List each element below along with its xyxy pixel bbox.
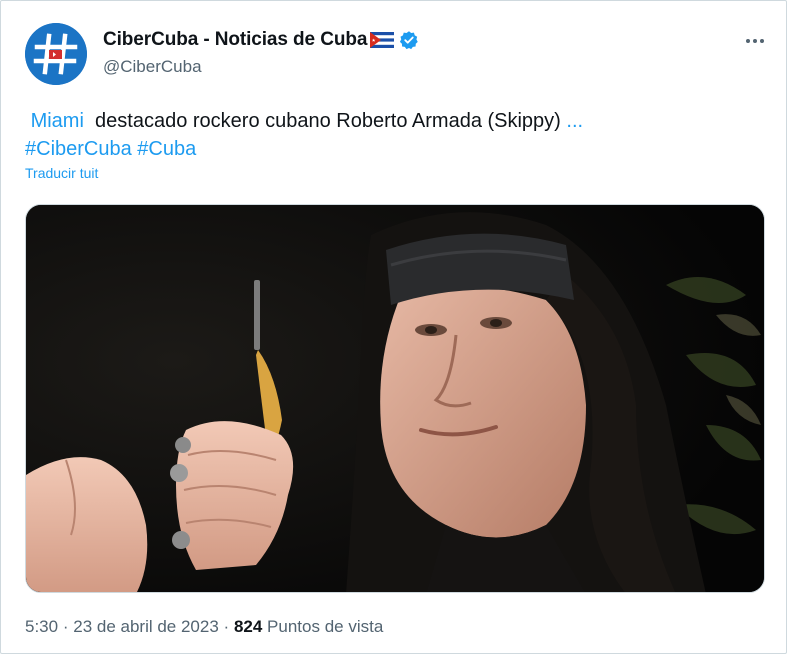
cibercuba-logo-icon <box>25 23 87 85</box>
verified-badge-icon <box>400 31 419 50</box>
tweet-text: Miami destacado rockero cubano Roberto A… <box>25 107 765 163</box>
cuba-flag-icon <box>370 32 395 48</box>
tweet-date[interactable]: 23 de abril de 2023 <box>73 617 219 636</box>
show-more-ellipsis[interactable]: ... <box>566 110 583 132</box>
more-options-button[interactable] <box>741 27 769 55</box>
photo-man-with-long-hair-and-headband <box>26 205 764 592</box>
hashtag-cibercuba[interactable]: #CiberCuba <box>25 138 132 160</box>
tweet-time[interactable]: 5:30 <box>25 617 58 636</box>
location-link[interactable]: Miami <box>31 110 84 132</box>
tweet-text-line-2: #CiberCuba #Cuba <box>25 135 765 163</box>
account-display-name[interactable]: CiberCuba - Noticias de Cuba <box>103 29 367 51</box>
more-dot-icon <box>746 39 750 43</box>
tweet-text-line-1: Miami destacado rockero cubano Roberto A… <box>25 107 765 135</box>
tweet-meta: 5:30 · 23 de abril de 2023 · 824 Puntos … <box>25 617 383 637</box>
account-name-row: CiberCuba - Noticias de Cuba <box>103 29 419 51</box>
separator: · <box>62 617 69 636</box>
views-label: Puntos de vista <box>267 617 384 636</box>
more-dot-icon <box>753 39 757 43</box>
views-count: 824 <box>233 617 263 636</box>
tweet-card[interactable]: CiberCuba - Noticias de Cuba @CiberCuba … <box>0 0 787 654</box>
translate-tweet-link[interactable]: Traducir tuit <box>25 165 98 181</box>
hashtag-cuba[interactable]: #Cuba <box>137 138 196 160</box>
tweet-body: destacado rockero cubano Roberto Armada … <box>95 110 561 132</box>
tweet-photo[interactable] <box>25 204 765 593</box>
account-handle[interactable]: @CiberCuba <box>103 57 202 77</box>
account-avatar[interactable] <box>25 23 87 85</box>
more-dot-icon <box>760 39 764 43</box>
separator: · <box>223 617 230 636</box>
